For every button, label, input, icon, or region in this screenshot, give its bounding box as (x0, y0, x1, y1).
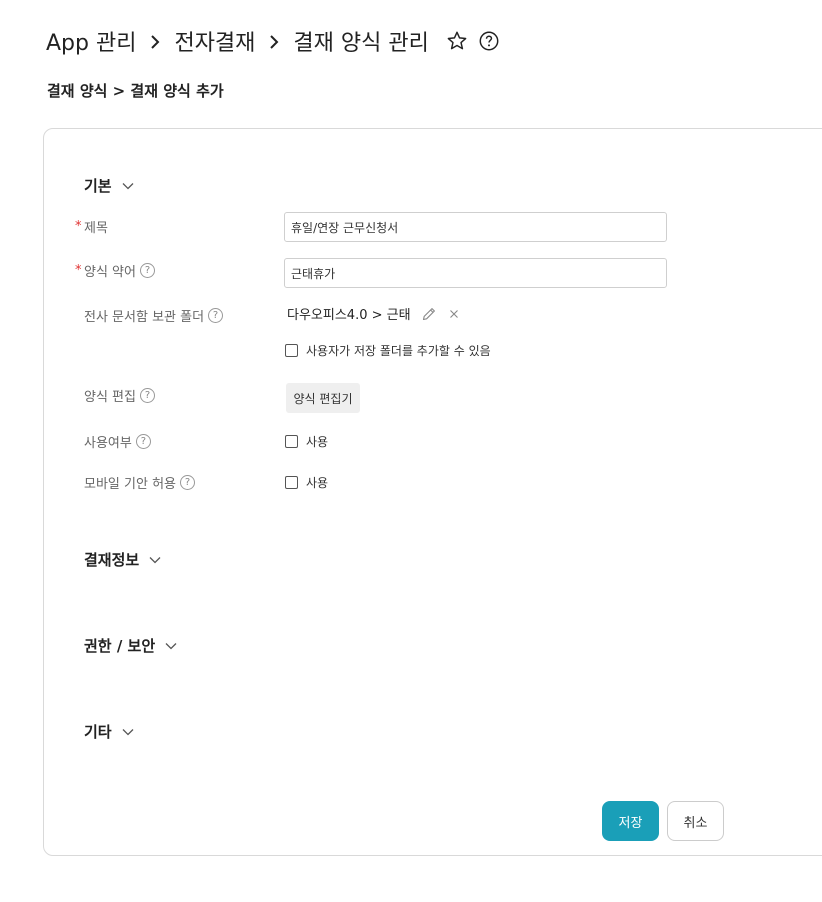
breadcrumb: 결재 양식 > 결재 양식 추가 (47, 82, 224, 100)
chevron-down-icon (149, 556, 161, 564)
section-permission-toggle[interactable]: 권한 / 보안 (84, 635, 177, 656)
required-mark: * (75, 263, 82, 278)
mobile-option: 사용 (285, 474, 328, 491)
section-approval-info-title: 결재정보 (84, 551, 140, 569)
pencil-icon[interactable] (421, 306, 437, 322)
folder-add-checkbox-label[interactable]: 사용자가 저장 폴더를 추가할 수 있음 (306, 342, 491, 359)
help-icon[interactable]: ? (180, 475, 195, 490)
header-crumb-form-management: 결재 양식 관리 (293, 31, 429, 56)
help-icon[interactable]: ? (139, 388, 155, 403)
usage-checkbox[interactable] (285, 435, 298, 448)
star-outline-icon[interactable] (445, 29, 469, 53)
help-circle-icon[interactable] (477, 29, 501, 53)
mobile-label-text: 모바일 기안 허용 (84, 477, 176, 492)
mobile-checkbox[interactable] (285, 476, 298, 489)
close-icon[interactable] (449, 309, 459, 319)
folder-label-text: 전사 문서함 보관 폴더 (84, 310, 205, 325)
title-input[interactable] (284, 212, 667, 242)
page-header: App 관리 전자결재 결재 양식 관리 (46, 24, 501, 58)
section-etc-toggle[interactable]: 기타 (84, 721, 134, 742)
cancel-button[interactable]: 취소 (667, 801, 724, 841)
editor-label-text: 양식 편집 (84, 390, 136, 405)
chevron-down-icon (122, 728, 134, 736)
usage-label-text: 사용여부 (84, 436, 132, 451)
section-permission-title: 권한 / 보안 (84, 637, 156, 655)
title-label-text: 제목 (84, 221, 108, 236)
folder-add-checkbox[interactable] (285, 344, 298, 357)
abbr-label: * 양식 약어 ? (75, 261, 155, 280)
section-etc-title: 기타 (84, 723, 112, 741)
usage-checkbox-label[interactable]: 사용 (306, 433, 328, 450)
abbr-label-text: 양식 약어 (84, 265, 136, 280)
folder-path-text: 다우오피스4.0 > 근태 (287, 308, 411, 323)
chevron-right-icon (259, 29, 289, 54)
help-icon[interactable]: ? (135, 434, 151, 449)
title-label: * 제목 (75, 217, 108, 236)
help-icon[interactable]: ? (139, 263, 155, 278)
header-crumb-app-admin[interactable]: App 관리 (46, 25, 136, 57)
usage-label: 사용여부 ? (84, 432, 151, 451)
chevron-right-icon (140, 29, 170, 54)
folder-label: 전사 문서함 보관 폴더 ? (84, 306, 224, 325)
section-basic-title: 기본 (84, 177, 112, 195)
folder-path: 다우오피스4.0 > 근태 (287, 304, 459, 323)
usage-option: 사용 (285, 433, 328, 450)
mobile-label: 모바일 기안 허용 ? (84, 473, 195, 492)
save-button[interactable]: 저장 (602, 801, 659, 841)
chevron-down-icon (122, 182, 134, 190)
editor-label: 양식 편집 ? (84, 386, 155, 405)
help-icon[interactable]: ? (208, 308, 224, 323)
header-crumb-e-approval[interactable]: 전자결재 (174, 25, 255, 57)
abbr-input[interactable] (284, 258, 667, 288)
chevron-down-icon (165, 642, 177, 650)
mobile-checkbox-label[interactable]: 사용 (306, 474, 328, 491)
section-approval-info-toggle[interactable]: 결재정보 (84, 549, 161, 570)
form-editor-button[interactable]: 양식 편집기 (286, 383, 360, 413)
section-basic-toggle[interactable]: 기본 (84, 175, 134, 196)
folder-add-option: 사용자가 저장 폴더를 추가할 수 있음 (285, 342, 491, 359)
required-mark: * (75, 219, 82, 234)
